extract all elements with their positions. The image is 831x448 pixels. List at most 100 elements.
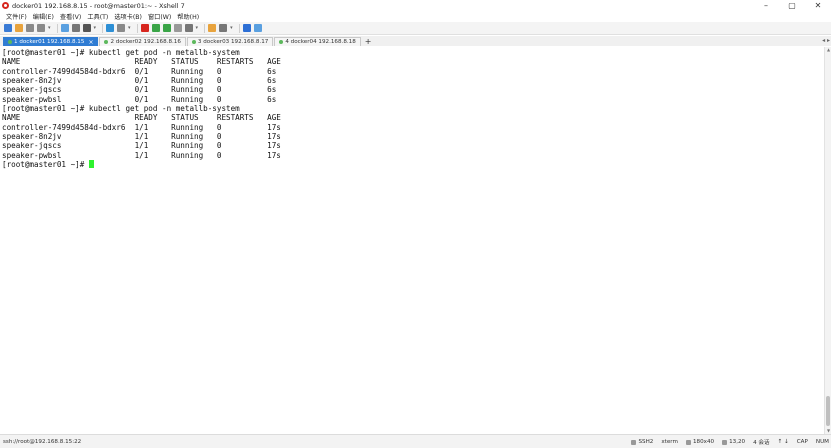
terminal-prompt-line: [root@master01 ~]#: [2, 160, 822, 169]
status-cap: CAP: [797, 439, 808, 445]
tab-scroll-arrows-icon[interactable]: ◂ ▸: [822, 37, 830, 44]
terminal-line: NAME READY STATUS RESTARTS AGE: [2, 113, 281, 123]
terminal-line: controller-7499d4584d-bdxr6 1/1 Running …: [2, 122, 281, 132]
window-title: docker01 192.168.8.15 - root@master01:~ …: [12, 1, 185, 10]
title-bar: docker01 192.168.8.15 - root@master01:~ …: [0, 0, 831, 11]
tab-docker01[interactable]: 1 docker01 192.168.8.15 ×: [3, 37, 99, 46]
properties-icon[interactable]: [60, 24, 69, 32]
tab-label: 1 docker01 192.168.8.15: [14, 39, 85, 45]
terminal-line: [root@master01 ~]# kubectl get pod -n me…: [2, 48, 240, 57]
keyboard-icon[interactable]: [184, 24, 193, 32]
fullscreen-icon[interactable]: [162, 24, 171, 32]
status-scroll-arrows[interactable]: ↑ ↓: [778, 439, 789, 445]
tab-label: 3 docker03 192.168.8.17: [197, 39, 269, 45]
tab-docker02[interactable]: 2 docker02 192.168.8.16: [99, 37, 186, 46]
terminal-cursor: [88, 160, 94, 169]
dropdown-caret-icon[interactable]: ▾: [230, 25, 233, 31]
sessions-label: 4 会话: [753, 440, 770, 446]
terminal-line: speaker-pwbsl 1/1 Running 0 17s: [2, 150, 281, 160]
layout-icon[interactable]: [219, 24, 228, 32]
menu-file[interactable]: 文件(F): [6, 12, 27, 21]
help-icon[interactable]: [242, 24, 251, 32]
menu-tabs[interactable]: 选项卡(B): [114, 12, 142, 21]
terminal-prompt: [root@master01 ~]#: [2, 160, 89, 170]
menu-help[interactable]: 帮助(H): [177, 12, 199, 21]
window-controls: – ▢ ✕: [753, 0, 831, 11]
protocol-icon: [631, 439, 637, 445]
chat-icon[interactable]: [253, 24, 262, 32]
new-session-icon[interactable]: [4, 24, 12, 32]
compose-icon[interactable]: [208, 24, 217, 32]
scrollbar-thumb[interactable]: [826, 396, 830, 426]
tab-label: 4 docker04 192.168.8.18: [285, 39, 356, 45]
xshell-logo-icon: [2, 2, 9, 9]
status-size: 180x40: [685, 439, 715, 445]
terminal-line: NAME READY STATUS RESTARTS AGE: [2, 57, 281, 67]
terminal-type-label: xterm: [661, 439, 678, 445]
globe-icon[interactable]: [106, 24, 115, 32]
size-icon: [685, 439, 691, 445]
status-terminal-type: xterm: [661, 439, 678, 445]
toolbar-separator: [204, 23, 206, 33]
dropdown-caret-icon[interactable]: ▾: [128, 25, 131, 31]
status-bar: ssh://root@192.168.8.15:22 SSH2 xterm 18…: [0, 434, 831, 448]
toolbar-separator: [102, 23, 104, 33]
terminal-line: controller-7499d4584d-bdxr6 0/1 Running …: [2, 66, 277, 76]
terminal-line: [root@master01 ~]# kubectl get pod -n me…: [2, 104, 240, 114]
position-label: 13,20: [729, 439, 746, 445]
status-protocol: SSH2: [631, 439, 653, 445]
toolbar-separator: [136, 23, 138, 33]
toolbar: ▾ ▾ ▾ ▾ ▾: [0, 22, 831, 35]
terminal-line: speaker-jqscs 0/1 Running 0 6s: [2, 85, 277, 95]
search-icon[interactable]: [71, 24, 80, 32]
status-position: 13,20: [722, 439, 745, 445]
add-tab-button[interactable]: +: [362, 37, 375, 46]
menu-tools[interactable]: 工具(T): [87, 12, 108, 21]
open-folder-icon[interactable]: [15, 24, 23, 32]
terminal-line: speaker-8n2jv 0/1 Running 0 6s: [2, 76, 277, 86]
lock-icon[interactable]: [173, 24, 182, 32]
terminal-scrollbar[interactable]: ▲ ▼: [824, 47, 831, 434]
minimize-button[interactable]: –: [753, 0, 779, 11]
script-icon[interactable]: [117, 24, 126, 32]
tab-docker03[interactable]: 3 docker03 192.168.8.17: [186, 37, 274, 46]
protocol-label: SSH2: [638, 439, 654, 445]
unlink-icon[interactable]: [37, 24, 45, 32]
connected-status-icon: [191, 40, 196, 44]
terminal-output[interactable]: [root@master01 ~]# kubectl get pod -n me…: [0, 47, 824, 434]
tab-close-icon[interactable]: ×: [88, 39, 93, 46]
menu-view[interactable]: 查看(V): [60, 12, 81, 21]
font-icon[interactable]: [82, 24, 91, 32]
tab-label: 2 docker02 192.168.8.16: [110, 39, 181, 45]
toolbar-separator: [238, 23, 240, 33]
scroll-up-icon[interactable]: ▲: [825, 47, 831, 53]
terminal-line: speaker-jqscs 1/1 Running 0 17s: [2, 141, 281, 151]
terminal-line: speaker-8n2jv 1/1 Running 0 17s: [2, 132, 281, 142]
status-right: SSH2 xterm 180x40 13,20 4 会话 ↑ ↓ CAP NUM: [623, 435, 829, 448]
cap-label: CAP: [796, 439, 808, 445]
connection-address: ssh://root@192.168.8.15:22: [3, 438, 82, 445]
terminal-line: speaker-pwbsl 0/1 Running 0 6s: [2, 94, 277, 104]
xftp-icon[interactable]: [140, 24, 149, 32]
connected-status-icon: [104, 40, 109, 44]
menu-bar: 文件(F) 编辑(E) 查看(V) 工具(T) 选项卡(B) 窗口(W) 帮助(…: [0, 11, 831, 22]
cursor-position-icon: [722, 439, 728, 445]
status-sessions: 4 会话: [753, 438, 770, 446]
connected-status-icon: [279, 40, 284, 44]
toolbar-separator: [56, 23, 58, 33]
size-label: 180x40: [692, 439, 715, 445]
connected-status-icon: [8, 40, 12, 44]
num-label: NUM: [815, 439, 829, 445]
status-num: NUM: [816, 439, 829, 445]
close-button[interactable]: ✕: [805, 0, 831, 11]
session-tab-bar: 1 docker01 192.168.8.15 × 2 docker02 192…: [0, 36, 831, 46]
maximize-button[interactable]: ▢: [779, 0, 805, 11]
menu-window[interactable]: 窗口(W): [148, 12, 171, 21]
dropdown-caret-icon[interactable]: ▾: [48, 25, 51, 31]
transfer-icon[interactable]: [151, 24, 160, 32]
tab-docker04[interactable]: 4 docker04 192.168.8.18: [274, 37, 361, 46]
dropdown-caret-icon[interactable]: ▾: [196, 25, 199, 31]
dropdown-caret-icon[interactable]: ▾: [94, 25, 97, 31]
menu-edit[interactable]: 编辑(E): [33, 12, 54, 21]
link-icon[interactable]: [26, 24, 34, 32]
